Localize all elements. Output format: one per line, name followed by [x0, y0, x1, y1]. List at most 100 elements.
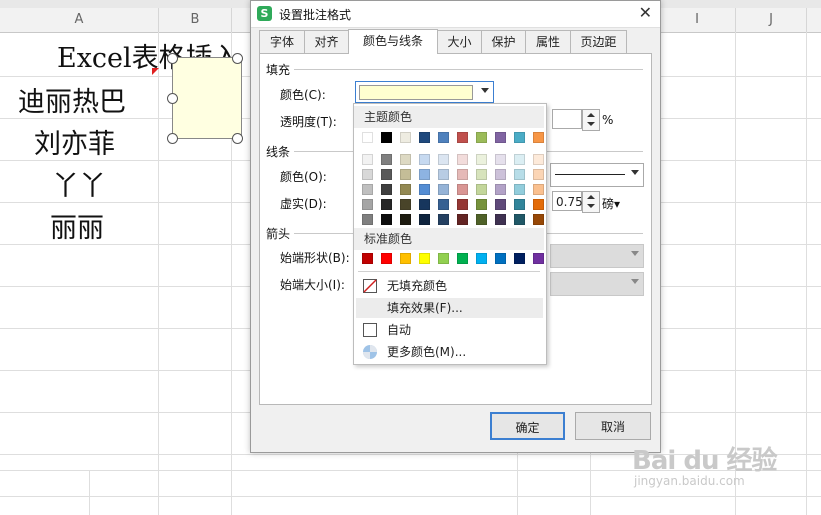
resize-handle[interactable] [232, 53, 243, 64]
theme-color-swatch[interactable] [533, 132, 544, 143]
resize-handle[interactable] [232, 133, 243, 144]
cell-a4[interactable]: 丫丫 [52, 164, 106, 203]
theme-shade-swatch[interactable] [381, 214, 392, 225]
theme-color-swatch[interactable] [400, 132, 411, 143]
standard-color-swatch[interactable] [495, 253, 506, 264]
standard-color-swatch[interactable] [438, 253, 449, 264]
theme-shade-swatch[interactable] [400, 214, 411, 225]
theme-shade-swatch[interactable] [533, 199, 544, 210]
theme-shade-swatch[interactable] [495, 199, 506, 210]
theme-color-swatch[interactable] [495, 132, 506, 143]
theme-shade-swatch[interactable] [495, 169, 506, 180]
theme-shade-swatch[interactable] [514, 184, 525, 195]
theme-shade-swatch[interactable] [457, 154, 468, 165]
theme-shade-swatch[interactable] [533, 169, 544, 180]
line-style-dropdown[interactable] [550, 163, 644, 187]
standard-color-swatch[interactable] [533, 253, 544, 264]
theme-shade-swatch[interactable] [476, 184, 487, 195]
tab-margins[interactable]: 页边距 [570, 30, 627, 53]
theme-shade-swatch[interactable] [495, 214, 506, 225]
close-icon[interactable]: ✕ [639, 3, 652, 22]
theme-shade-swatch[interactable] [362, 154, 373, 165]
column-header-a[interactable]: A [0, 8, 159, 33]
theme-shade-swatch[interactable] [438, 199, 449, 210]
line-weight-input[interactable]: 0.75 [552, 191, 583, 211]
theme-color-swatch[interactable] [362, 132, 373, 143]
ok-button[interactable]: 确定 [490, 412, 565, 440]
theme-shade-swatch[interactable] [514, 214, 525, 225]
theme-shade-swatch[interactable] [533, 184, 544, 195]
theme-shade-swatch[interactable] [476, 214, 487, 225]
column-header-k[interactable] [807, 8, 821, 33]
theme-shade-swatch[interactable] [419, 184, 430, 195]
resize-handle[interactable] [167, 93, 178, 104]
theme-shade-swatch[interactable] [514, 154, 525, 165]
theme-shade-swatch[interactable] [381, 154, 392, 165]
start-size-dropdown[interactable] [550, 272, 644, 296]
start-shape-dropdown[interactable] [550, 244, 644, 268]
theme-shade-swatch[interactable] [514, 199, 525, 210]
line-weight-unit[interactable]: 磅▾ [602, 195, 620, 212]
theme-shade-swatch[interactable] [514, 169, 525, 180]
theme-shade-swatch[interactable] [400, 184, 411, 195]
tab-size[interactable]: 大小 [437, 30, 482, 53]
theme-color-swatch[interactable] [514, 132, 525, 143]
theme-shade-swatch[interactable] [400, 169, 411, 180]
theme-shade-swatch[interactable] [476, 154, 487, 165]
resize-handle[interactable] [167, 133, 178, 144]
fill-color-dropdown[interactable] [355, 81, 494, 103]
theme-shade-swatch[interactable] [362, 184, 373, 195]
automatic-color-option[interactable]: 自动 [356, 320, 543, 340]
no-fill-option[interactable]: 无填充颜色 [356, 276, 543, 296]
theme-shade-swatch[interactable] [438, 214, 449, 225]
theme-color-swatch[interactable] [476, 132, 487, 143]
theme-shade-swatch[interactable] [419, 199, 430, 210]
theme-shade-swatch[interactable] [362, 214, 373, 225]
standard-color-swatch[interactable] [419, 253, 430, 264]
theme-color-swatch[interactable] [457, 132, 468, 143]
theme-shade-swatch[interactable] [438, 184, 449, 195]
column-header-j[interactable]: J [736, 8, 807, 33]
theme-shade-swatch[interactable] [362, 199, 373, 210]
theme-color-swatch[interactable] [438, 132, 449, 143]
dialog-titlebar[interactable]: S 设置批注格式 ✕ [251, 1, 660, 28]
theme-shade-swatch[interactable] [419, 214, 430, 225]
column-header-i[interactable]: I [659, 8, 736, 33]
tab-alignment[interactable]: 对齐 [304, 30, 349, 53]
theme-shade-swatch[interactable] [457, 214, 468, 225]
tab-colors-lines[interactable]: 颜色与线条 [348, 29, 438, 54]
theme-shade-swatch[interactable] [457, 169, 468, 180]
standard-color-swatch[interactable] [514, 253, 525, 264]
standard-color-swatch[interactable] [381, 253, 392, 264]
theme-shade-swatch[interactable] [400, 199, 411, 210]
theme-color-swatch[interactable] [419, 132, 430, 143]
standard-color-swatch[interactable] [362, 253, 373, 264]
theme-shade-swatch[interactable] [533, 214, 544, 225]
theme-shade-swatch[interactable] [457, 199, 468, 210]
resize-handle[interactable] [167, 53, 178, 64]
cell-a2[interactable]: 迪丽热巴 [18, 80, 126, 119]
theme-shade-swatch[interactable] [495, 154, 506, 165]
cell-a5[interactable]: 丽丽 [50, 206, 104, 245]
tab-properties[interactable]: 属性 [525, 30, 571, 53]
standard-color-swatch[interactable] [457, 253, 468, 264]
theme-shade-swatch[interactable] [419, 169, 430, 180]
theme-shade-swatch[interactable] [476, 169, 487, 180]
theme-shade-swatch[interactable] [438, 154, 449, 165]
theme-shade-swatch[interactable] [533, 154, 544, 165]
fill-effects-option[interactable]: 填充效果(F)... [356, 298, 543, 318]
theme-shade-swatch[interactable] [381, 199, 392, 210]
standard-color-swatch[interactable] [400, 253, 411, 264]
theme-shade-swatch[interactable] [400, 154, 411, 165]
transparency-input[interactable] [552, 109, 582, 129]
theme-shade-swatch[interactable] [381, 184, 392, 195]
theme-color-swatch[interactable] [381, 132, 392, 143]
theme-shade-swatch[interactable] [476, 199, 487, 210]
theme-shade-swatch[interactable] [457, 184, 468, 195]
theme-shade-swatch[interactable] [495, 184, 506, 195]
theme-shade-swatch[interactable] [362, 169, 373, 180]
column-header-b[interactable]: B [159, 8, 232, 33]
more-colors-option[interactable]: 更多颜色(M)... [356, 342, 543, 362]
line-weight-spinner[interactable] [582, 191, 600, 213]
tab-protection[interactable]: 保护 [481, 30, 526, 53]
